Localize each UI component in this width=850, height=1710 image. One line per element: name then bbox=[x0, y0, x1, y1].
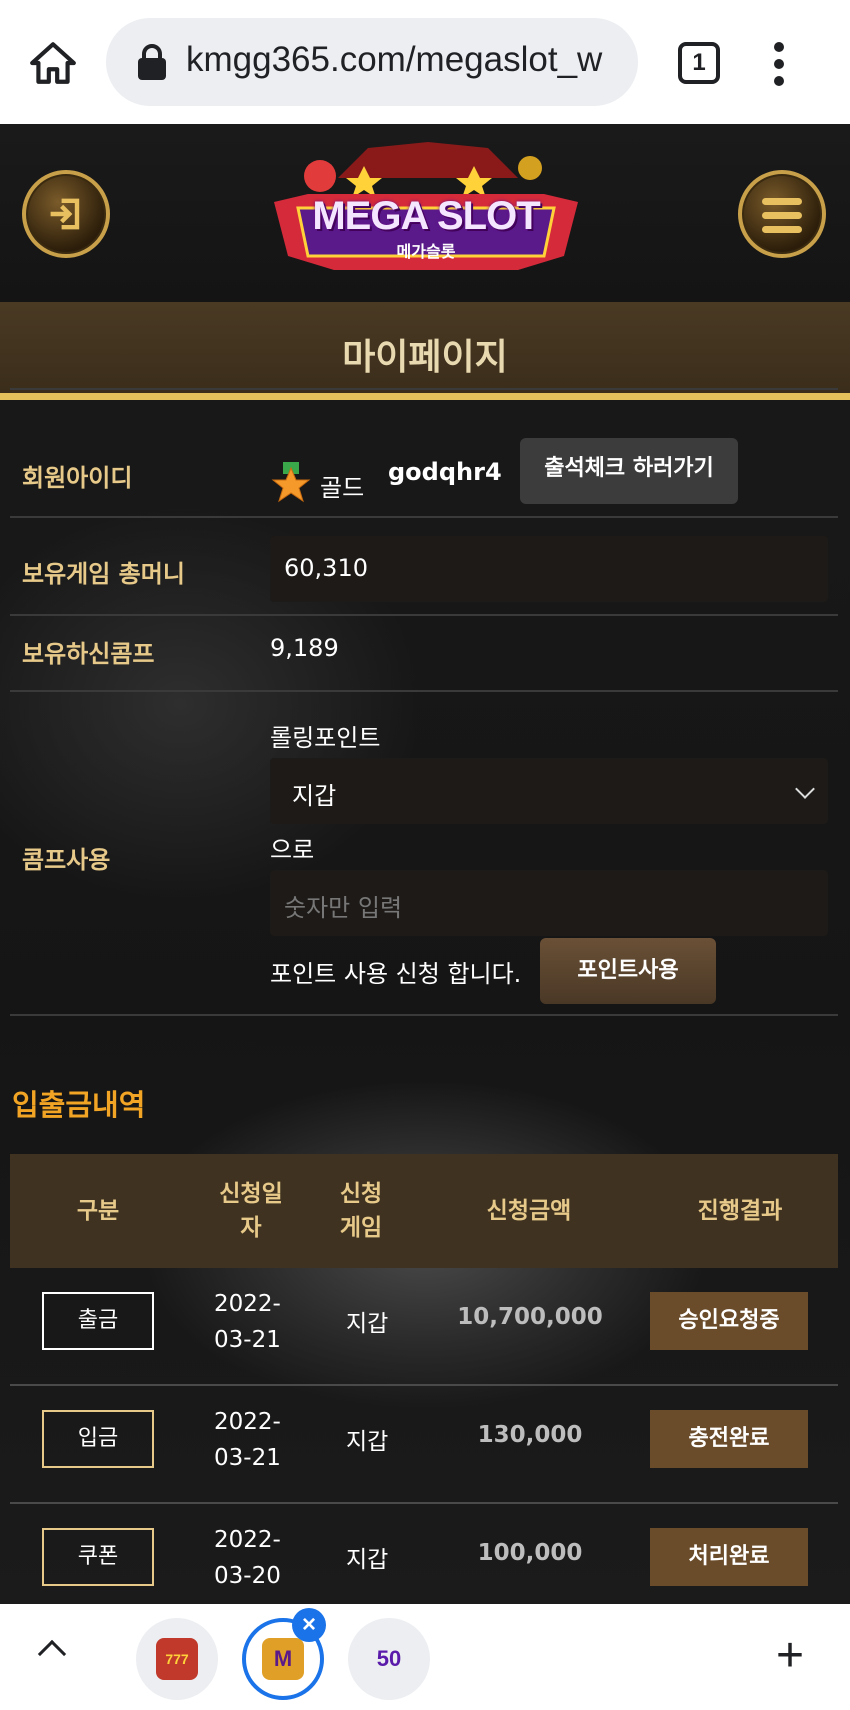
divider bbox=[10, 516, 838, 518]
comp-use-label: 콤프사용 bbox=[22, 846, 111, 874]
table-row: 입금 2022- 03-21 지갑 130,000 충전완료 bbox=[10, 1386, 838, 1504]
user-id: godqhr4 bbox=[388, 458, 502, 486]
row-date: 2022- 03-21 bbox=[214, 1409, 281, 1471]
table-row: 쿠폰 2022- 03-20 지갑 100,000 처리완료 bbox=[10, 1504, 838, 1604]
tab-slot-machine[interactable]: 777 bbox=[136, 1618, 218, 1700]
type-badge: 쿠폰 bbox=[42, 1528, 154, 1586]
slot-machine-icon: 777 bbox=[156, 1638, 198, 1680]
address-bar[interactable]: kmgg365.com/megaslot_w bbox=[106, 18, 638, 106]
type-badge: 출금 bbox=[42, 1292, 154, 1350]
menu-button[interactable] bbox=[738, 170, 826, 258]
col-game: 신청 게임 bbox=[339, 1181, 383, 1241]
wallet-select[interactable]: 지갑 bbox=[270, 758, 828, 824]
home-icon[interactable] bbox=[28, 38, 78, 88]
row-date: 2022- 03-20 bbox=[214, 1527, 281, 1589]
logo-subtext: 메가슬롯 bbox=[396, 242, 456, 261]
member-id-label: 회원아이디 bbox=[22, 464, 133, 492]
comp-value: 9,189 bbox=[270, 634, 339, 662]
megaslot-tab-icon: M bbox=[262, 1638, 304, 1680]
url-text: kmgg365.com/megaslot_w bbox=[186, 40, 603, 79]
chevron-up-icon[interactable] bbox=[37, 1639, 67, 1669]
col-amount: 신청금액 bbox=[486, 1198, 572, 1224]
point-amount-placeholder: 숫자만 입력 bbox=[284, 894, 403, 922]
new-tab-icon[interactable]: + bbox=[776, 1632, 804, 1680]
status-badge: 처리완료 bbox=[650, 1528, 808, 1586]
row-amount: 130,000 bbox=[477, 1422, 583, 1448]
gold-grade-star-icon bbox=[271, 462, 311, 503]
row-date: 2022- 03-21 bbox=[214, 1291, 281, 1353]
row-game: 지갑 bbox=[346, 1429, 389, 1455]
fifty-tab-icon: 50 bbox=[376, 1646, 402, 1671]
browser-menu-icon[interactable] bbox=[774, 42, 786, 88]
page-title: 마이페이지 bbox=[342, 337, 508, 378]
site-header: MEGA SLOT 메가슬롯 bbox=[0, 124, 850, 302]
row-game: 지갑 bbox=[346, 1311, 389, 1337]
page-title-bar: 마이페이지 bbox=[0, 302, 850, 400]
divider bbox=[10, 1014, 838, 1016]
chevron-down-icon bbox=[795, 779, 815, 799]
table-row: 출금 2022- 03-21 지갑 10,700,000 승인요청중 bbox=[10, 1268, 838, 1386]
grade-label: 골드 bbox=[320, 474, 365, 502]
row-amount: 100,000 bbox=[477, 1540, 583, 1566]
col-type: 구분 bbox=[76, 1198, 120, 1224]
divider bbox=[10, 388, 838, 390]
wallet-select-value: 지갑 bbox=[292, 782, 337, 810]
tab-switcher-button[interactable]: 1 bbox=[678, 42, 720, 84]
close-tab-icon[interactable]: × bbox=[292, 1608, 326, 1642]
attendance-check-button[interactable]: 출석체크 하러가기 bbox=[520, 438, 738, 504]
lock-icon bbox=[138, 44, 166, 80]
total-money-field: 60,310 bbox=[270, 536, 828, 602]
history-table-header: 구분 신청일 자 신청 게임 신청금액 진행결과 bbox=[10, 1154, 838, 1268]
history-title: 입출금내역 bbox=[12, 1088, 146, 1122]
row-amount: 10,700,000 bbox=[457, 1304, 603, 1330]
to-label: 으로 bbox=[270, 836, 315, 864]
rolling-point-label: 롤링포인트 bbox=[270, 724, 381, 752]
login-icon bbox=[50, 198, 80, 230]
use-point-button[interactable]: 포인트사용 bbox=[540, 938, 716, 1004]
type-badge: 입금 bbox=[42, 1410, 154, 1468]
divider bbox=[10, 614, 838, 616]
col-status: 진행결과 bbox=[697, 1198, 783, 1224]
tab-50[interactable]: 50 bbox=[348, 1618, 430, 1700]
site-logo[interactable]: MEGA SLOT 메가슬롯 bbox=[268, 138, 584, 288]
col-date: 신청일 자 bbox=[219, 1181, 283, 1241]
point-amount-input[interactable]: 숫자만 입력 bbox=[270, 870, 828, 936]
browser-bottom-bar: 777 M × 50 + bbox=[0, 1604, 850, 1710]
row-game: 지갑 bbox=[346, 1547, 389, 1573]
status-badge: 충전완료 bbox=[650, 1410, 808, 1468]
logo-text: MEGA SLOT bbox=[312, 194, 540, 238]
login-button[interactable] bbox=[22, 170, 110, 258]
point-apply-text: 포인트 사용 신청 합니다. bbox=[270, 960, 522, 988]
browser-toolbar: kmgg365.com/megaslot_w 1 bbox=[0, 0, 850, 124]
status-badge: 승인요청중 bbox=[650, 1292, 808, 1350]
total-money-label: 보유게임 총머니 bbox=[22, 560, 185, 588]
hamburger-icon bbox=[762, 198, 802, 240]
page-content: MEGA SLOT 메가슬롯 마이페이지 회원아이디 골드 godqhr4 출석… bbox=[0, 124, 850, 1604]
comp-label: 보유하신콤프 bbox=[22, 640, 155, 668]
divider bbox=[10, 690, 838, 692]
total-money-value: 60,310 bbox=[284, 554, 368, 582]
